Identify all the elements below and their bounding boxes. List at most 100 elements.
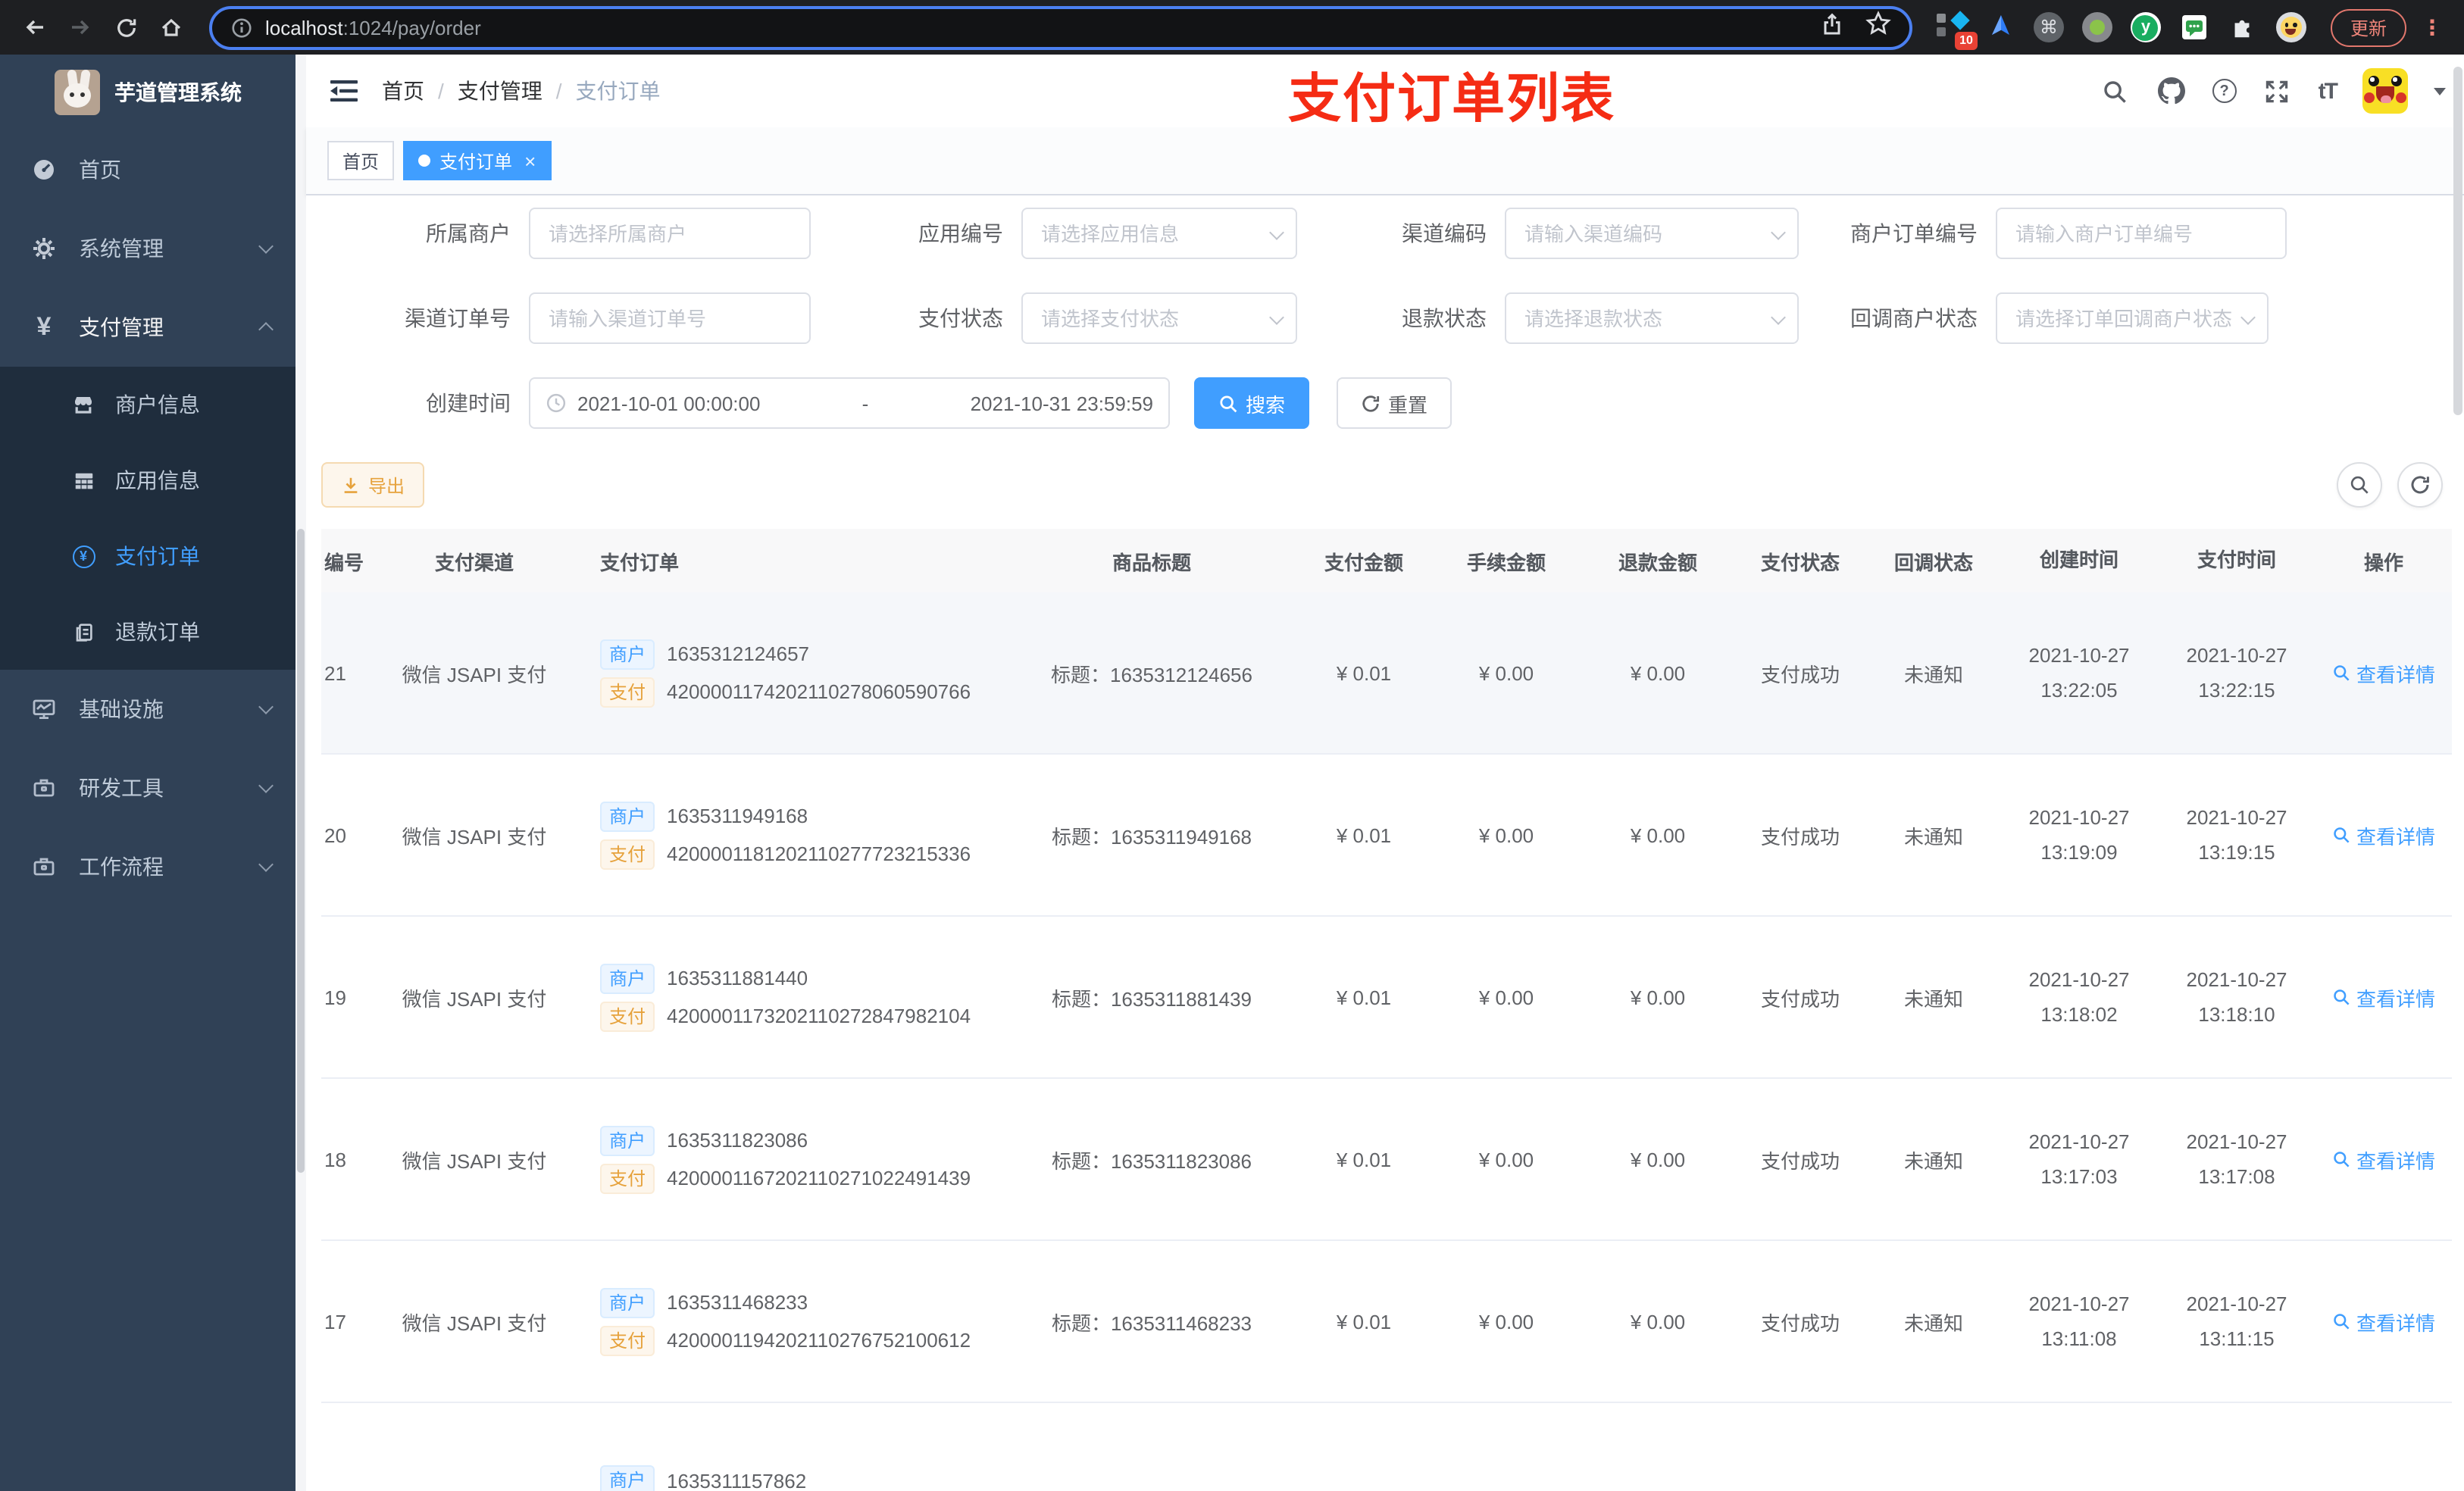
refund-status-select[interactable] (1505, 292, 1799, 344)
chevron-down-icon (258, 239, 274, 254)
pay-tag: 支付 (600, 1325, 655, 1355)
pay-status-select[interactable] (1021, 292, 1297, 344)
github-icon[interactable] (2156, 76, 2187, 106)
bookmark-star-icon[interactable] (1865, 11, 1891, 44)
view-detail-link[interactable]: 查看详情 (2332, 658, 2435, 687)
sidebar-item-home[interactable]: 首页 (0, 130, 295, 209)
app-title: 芋道管理系统 (114, 80, 242, 105)
channel-code-select[interactable] (1505, 208, 1799, 259)
avatar[interactable] (2362, 68, 2408, 114)
extension-chat-icon[interactable] (2178, 11, 2211, 44)
sidebar-item-merchant-info[interactable]: 商户信息 (0, 367, 295, 442)
chevron-up-icon (258, 322, 274, 337)
view-detail-link[interactable]: 查看详情 (2332, 983, 2435, 1011)
browser-forward-button[interactable] (61, 8, 100, 47)
pay-status: 支付成功 (1760, 1149, 1840, 1172)
download-icon (344, 477, 358, 492)
profile-emoji-icon[interactable] (2275, 11, 2308, 44)
font-size-icon[interactable]: tT (2319, 78, 2338, 104)
toggle-search-button[interactable] (2337, 462, 2382, 508)
notify-status: 未通知 (1903, 987, 1963, 1010)
breadcrumb-pay-mgmt: 支付管理 (457, 79, 543, 103)
browser-update-button[interactable]: 更新 (2330, 8, 2406, 46)
extension-badge: 10 (1955, 32, 1978, 50)
sidebar-item-system[interactable]: 系统管理 (0, 209, 295, 288)
home-icon (161, 18, 181, 36)
extension-gray-green-icon[interactable] (2081, 11, 2114, 44)
extensions-puzzle-icon[interactable] (2226, 11, 2259, 44)
sidebar-item-app-info[interactable]: 应用信息 (0, 442, 295, 518)
briefcase-icon (30, 776, 58, 800)
export-button[interactable]: 导出 (321, 462, 425, 508)
fullscreen-icon[interactable] (2262, 76, 2293, 106)
avatar-caret-icon[interactable] (2434, 87, 2446, 95)
help-icon[interactable]: ? (2212, 79, 2237, 103)
tab-pay-order[interactable]: 支付订单 × (403, 141, 552, 180)
sidebar-item-infrastructure[interactable]: 基础设施 (0, 670, 295, 749)
pay-status: 支付成功 (1760, 987, 1840, 1010)
extension-tag-manager-icon[interactable]: 10 (1935, 11, 1978, 50)
gear-icon (30, 236, 58, 261)
chevron-down-icon (258, 857, 274, 872)
browser-back-button[interactable] (15, 8, 55, 47)
view-detail-link[interactable]: 查看详情 (2332, 1145, 2435, 1174)
merchant-select[interactable] (529, 208, 811, 259)
extension-kite-icon[interactable] (1984, 11, 2017, 44)
page-content: 所属商户 应用编号 渠道编码 商户订单编号 渠道订单号 支付状态 退款状态 (306, 195, 2464, 1491)
merchant-tag: 商户 (600, 1125, 655, 1155)
browser-menu-icon[interactable]: ⋮ (2422, 14, 2443, 40)
browser-home-button[interactable] (152, 8, 191, 47)
pay-tag: 支付 (600, 839, 655, 869)
search-icon (1220, 395, 1237, 412)
page-header: 首页 / 支付管理 / 支付订单 支付订单列表 ? tT (306, 55, 2464, 129)
merchant-tag: 商户 (600, 1465, 655, 1491)
search-button[interactable]: 搜索 (1194, 377, 1310, 429)
pay-status: 支付成功 (1760, 663, 1840, 686)
page-scrollbar[interactable] (2453, 67, 2462, 415)
filter-label: 支付状态 (918, 306, 1003, 330)
clock-icon (546, 393, 566, 413)
search-icon (2334, 665, 2350, 681)
browser-reload-button[interactable] (106, 8, 145, 47)
breadcrumb: 首页 / 支付管理 / 支付订单 (382, 76, 661, 106)
search-icon (2334, 989, 2350, 1005)
document-icon (70, 620, 97, 643)
breadcrumb-home[interactable]: 首页 (382, 76, 424, 106)
search-icon (2334, 827, 2350, 843)
table-row: 20 微信 JSAPI 支付 商户 1635311949168 支付 4200001… (321, 755, 2452, 917)
sidebar-fold-icon[interactable] (327, 74, 361, 108)
sidebar-item-payment[interactable]: ¥ 支付管理 (0, 288, 295, 367)
extension-y-icon[interactable]: y (2129, 11, 2162, 44)
sidebar: 芋道管理系统 首页 系统管理 ¥ 支付管理 商户信息 应用信息 ¥ 支付订单 退… (0, 55, 295, 1491)
table-row: 17 微信 JSAPI 支付 商户 1635311468233 支付 4200001… (321, 1241, 2452, 1403)
extension-command-icon[interactable]: ⌘ (2032, 11, 2065, 44)
sidebar-item-workflow[interactable]: 工作流程 (0, 827, 295, 906)
share-icon[interactable] (1820, 11, 1844, 43)
channel-order-no-input[interactable] (529, 292, 811, 344)
date-start: 2021-10-01 00:00:00 (577, 392, 761, 414)
tab-close-icon[interactable]: × (524, 149, 536, 172)
merchant-order-no-input[interactable] (1996, 208, 2287, 259)
header-search-icon[interactable] (2100, 76, 2131, 106)
filter-label: 渠道订单号 (405, 306, 511, 330)
payment-submenu: 商户信息 应用信息 ¥ 支付订单 退款订单 (0, 367, 295, 670)
sidebar-item-pay-order[interactable]: ¥ 支付订单 (0, 518, 295, 594)
sidebar-item-refund-order[interactable]: 退款订单 (0, 594, 295, 670)
pay-tag: 支付 (600, 677, 655, 707)
filter-label: 应用编号 (918, 221, 1003, 245)
tab-home[interactable]: 首页 (327, 141, 395, 180)
view-detail-link[interactable]: 查看详情 (2332, 821, 2435, 849)
reset-button[interactable]: 重置 (1337, 377, 1452, 429)
sidebar-scrollbar[interactable] (295, 55, 306, 1491)
yen-icon: ¥ (36, 312, 52, 341)
url-bar[interactable]: localhost:1024/pay/order (209, 5, 1912, 49)
refresh-table-button[interactable] (2397, 462, 2443, 508)
monitor-chart-icon (30, 697, 58, 721)
notify-status: 未通知 (1903, 825, 1963, 848)
app-id-select[interactable] (1021, 208, 1297, 259)
view-detail-link[interactable]: 查看详情 (2332, 1307, 2435, 1336)
notify-status-select[interactable] (1996, 292, 2269, 344)
create-time-range-input[interactable]: 2021-10-01 00:00:00 - 2021-10-31 23:59:5… (529, 377, 1170, 429)
app-logo[interactable]: 芋道管理系统 (0, 55, 295, 130)
sidebar-item-dev-tools[interactable]: 研发工具 (0, 749, 295, 827)
